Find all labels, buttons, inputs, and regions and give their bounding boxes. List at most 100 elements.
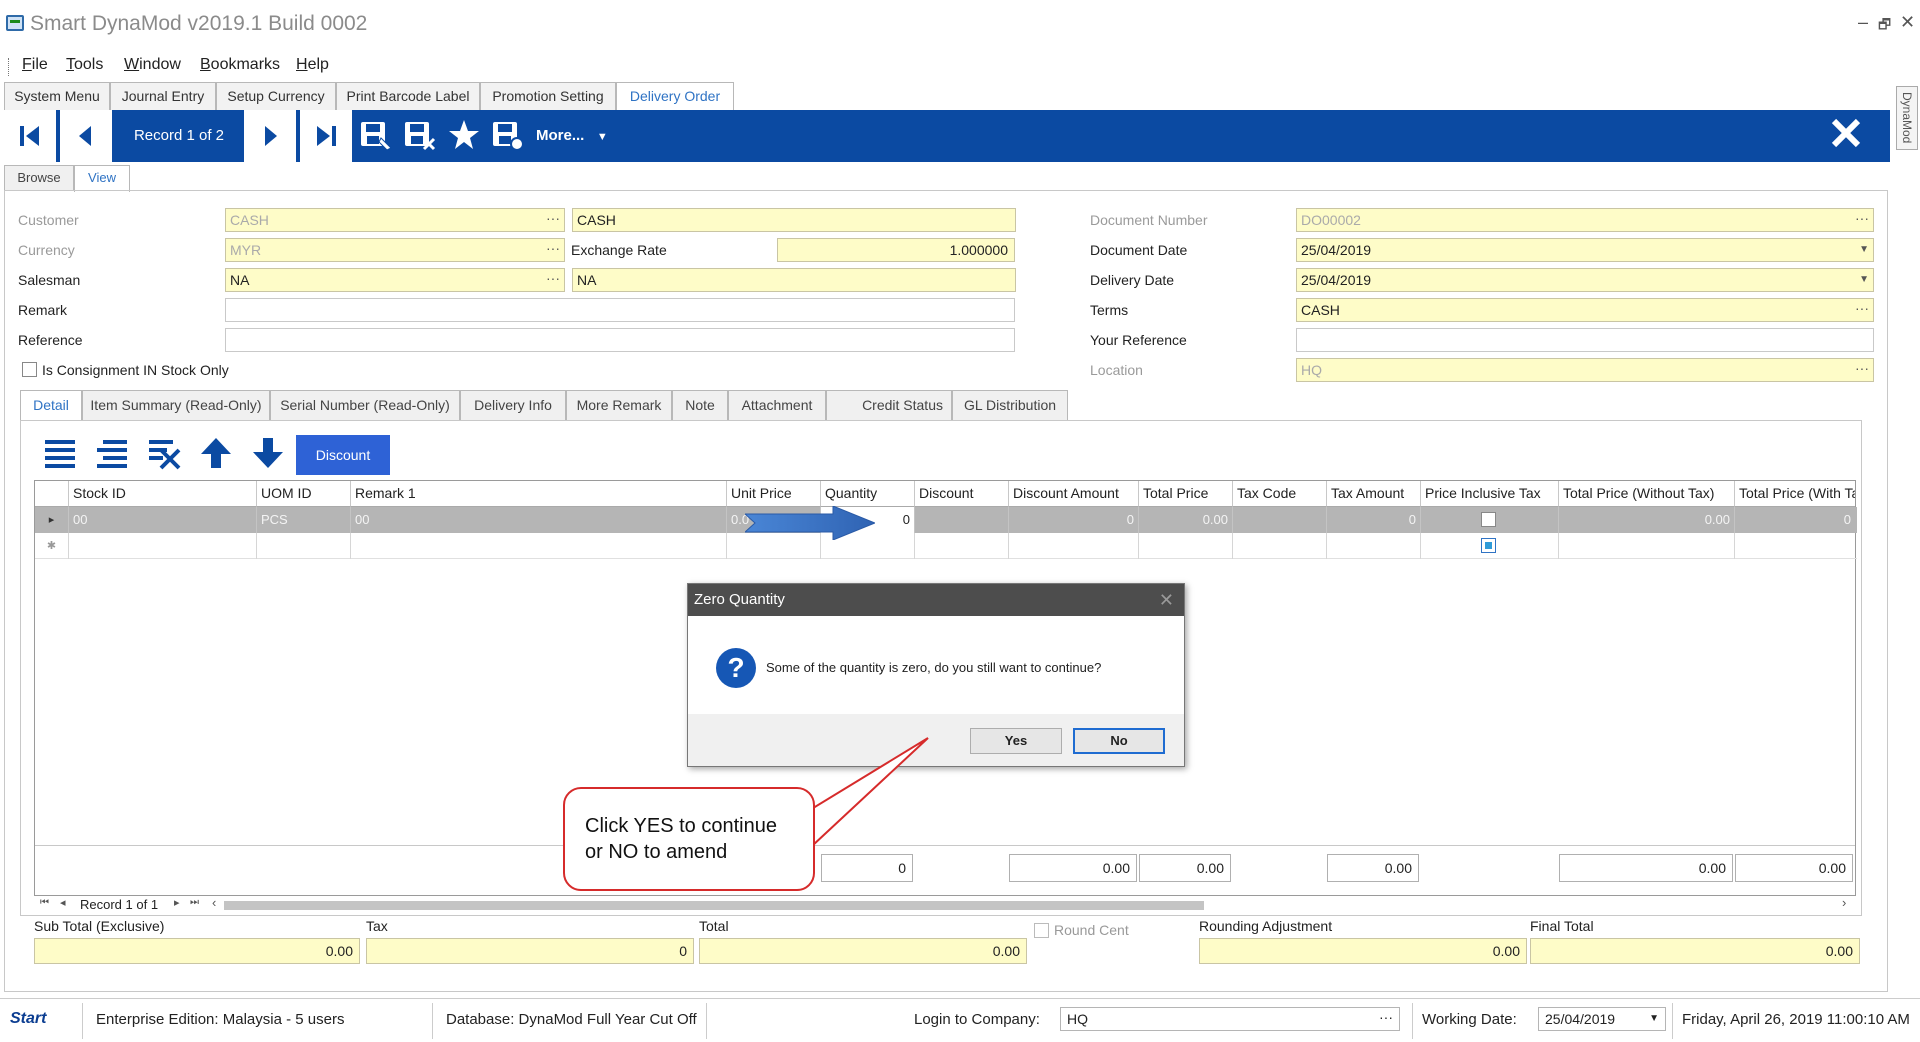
customer-name-field[interactable]: CASH	[572, 208, 1016, 232]
column-header-discount[interactable]: Discount	[915, 481, 1009, 507]
lookup-icon[interactable]: ···	[1379, 1006, 1393, 1028]
column-header-uom-id[interactable]: UOM ID	[257, 481, 351, 507]
cell-tax-code[interactable]	[1233, 533, 1327, 559]
table-row[interactable]: ▸ 00 PCS 00 0.0 0 0 0.00 0 0.00 0	[35, 507, 1857, 533]
column-header-price-inclusive-tax[interactable]: Price Inclusive Tax	[1421, 481, 1559, 507]
tab-credit-status[interactable]: Credit Status	[826, 390, 952, 420]
tab-delivery-info[interactable]: Delivery Info	[460, 390, 566, 420]
cell-total-price[interactable]: 0.00	[1139, 507, 1233, 533]
menu-bookmarks[interactable]: Bookmarks	[200, 56, 280, 74]
reference-field[interactable]	[225, 328, 1015, 352]
location-field[interactable]: HQ ···	[1296, 358, 1874, 382]
tab-item-summary[interactable]: Item Summary (Read-Only)	[82, 390, 270, 420]
dropdown-icon[interactable]: ▼	[1649, 1008, 1659, 1030]
terms-field[interactable]: CASH ···	[1296, 298, 1874, 322]
nav-last-icon[interactable]: ⏭	[190, 897, 199, 908]
dropdown-icon[interactable]: ▼	[1859, 269, 1869, 291]
insert-row-button[interactable]	[92, 436, 132, 476]
tab-delivery-order[interactable]: Delivery Order	[616, 82, 734, 111]
column-header-unit-price[interactable]: Unit Price	[727, 481, 821, 507]
lookup-icon[interactable]: ···	[1855, 299, 1869, 319]
lookup-icon[interactable]: ···	[546, 269, 560, 289]
restore-button[interactable]: 🗗	[1878, 14, 1891, 38]
remark-field[interactable]	[225, 298, 1015, 322]
salesman-name-field[interactable]: NA	[572, 268, 1016, 292]
consignment-checkbox[interactable]	[22, 362, 37, 377]
tab-system-menu[interactable]: System Menu	[4, 82, 110, 110]
tab-setup-currency[interactable]: Setup Currency	[216, 82, 336, 110]
column-header-tax-amount[interactable]: Tax Amount	[1327, 481, 1421, 507]
currency-field[interactable]: MYR ···	[225, 238, 565, 262]
cell-total-with-tax[interactable]: 0	[1735, 507, 1855, 533]
yes-button[interactable]: Yes	[970, 728, 1062, 754]
dialog-close-icon[interactable]: ✕	[1159, 584, 1174, 616]
round-cent-checkbox[interactable]	[1034, 923, 1049, 938]
delete-row-button[interactable]	[144, 436, 184, 476]
your-reference-field[interactable]	[1296, 328, 1874, 352]
save-settings-button[interactable]	[490, 118, 526, 154]
cell-remark-1[interactable]: 00	[351, 507, 727, 533]
price-inclusive-tax-checkbox[interactable]	[1481, 512, 1496, 527]
last-record-button[interactable]	[300, 110, 352, 162]
previous-record-button[interactable]	[60, 110, 112, 162]
cell-discount-amount[interactable]	[1009, 533, 1139, 559]
tab-promotion-setting[interactable]: Promotion Setting	[480, 82, 616, 110]
document-number-field[interactable]: DO00002 ···	[1296, 208, 1874, 232]
scroll-left-icon[interactable]: ‹	[212, 895, 216, 910]
close-form-button[interactable]	[1830, 114, 1862, 159]
column-header-tax-code[interactable]: Tax Code	[1233, 481, 1327, 507]
cell-discount[interactable]	[915, 507, 1009, 533]
menu-file[interactable]: File	[22, 56, 48, 74]
nav-next-icon[interactable]: ▸	[174, 896, 180, 909]
cell-stock-id[interactable]	[69, 533, 257, 559]
cell-total-without-tax[interactable]	[1559, 533, 1735, 559]
lookup-icon[interactable]: ···	[1855, 209, 1869, 229]
tab-view[interactable]: View	[74, 165, 130, 192]
no-button[interactable]: No	[1073, 728, 1165, 754]
cell-tax-code[interactable]	[1233, 507, 1327, 533]
tab-serial-number[interactable]: Serial Number (Read-Only)	[270, 390, 460, 420]
tab-print-barcode-label[interactable]: Print Barcode Label	[336, 82, 480, 110]
customer-code-field[interactable]: CASH ···	[225, 208, 565, 232]
exchange-rate-field[interactable]: 1.000000	[777, 238, 1015, 262]
menu-help[interactable]: Help	[296, 56, 329, 74]
column-header-discount-amount[interactable]: Discount Amount	[1009, 481, 1139, 507]
nav-first-icon[interactable]: ⏮	[40, 897, 49, 908]
tab-gl-distribution[interactable]: GL Distribution	[952, 390, 1068, 420]
discount-button[interactable]: Discount	[296, 435, 390, 475]
cell-total-price[interactable]	[1139, 533, 1233, 559]
minimize-button[interactable]: –	[1858, 12, 1868, 33]
cell-tax-amount[interactable]	[1327, 533, 1421, 559]
menu-tools[interactable]: Tools	[66, 56, 103, 74]
cell-stock-id[interactable]: 00	[69, 507, 257, 533]
cell-total-without-tax[interactable]: 0.00	[1559, 507, 1735, 533]
lookup-icon[interactable]: ···	[1855, 359, 1869, 379]
tab-browse[interactable]: Browse	[4, 165, 74, 191]
nav-prev-icon[interactable]: ◂	[60, 896, 66, 909]
scroll-right-icon[interactable]: ›	[1842, 895, 1846, 910]
cell-total-with-tax[interactable]	[1735, 533, 1855, 559]
cell-tax-amount[interactable]: 0	[1327, 507, 1421, 533]
horizontal-scrollbar[interactable]	[224, 901, 1204, 910]
column-header-total-with-tax[interactable]: Total Price (With Tax	[1735, 481, 1855, 507]
new-row[interactable]: ✱	[35, 533, 1857, 559]
move-down-button[interactable]	[248, 436, 288, 476]
cell-uom-id[interactable]	[257, 533, 351, 559]
price-inclusive-tax-checkbox[interactable]	[1481, 538, 1496, 553]
tab-more-remark[interactable]: More Remark	[566, 390, 672, 420]
lookup-icon[interactable]: ···	[546, 239, 560, 259]
cell-discount[interactable]	[915, 533, 1009, 559]
menu-window[interactable]: Window	[124, 56, 181, 74]
salesman-code-field[interactable]: NA ···	[225, 268, 565, 292]
lookup-icon[interactable]: ···	[546, 209, 560, 229]
add-row-button[interactable]	[40, 436, 80, 476]
column-header-quantity[interactable]: Quantity	[821, 481, 915, 507]
more-menu-button[interactable]: More... ▼	[536, 110, 608, 162]
dropdown-icon[interactable]: ▼	[1859, 239, 1869, 261]
column-header-total-without-tax[interactable]: Total Price (Without Tax)	[1559, 481, 1735, 507]
save-delete-button[interactable]	[402, 118, 438, 154]
cell-uom-id[interactable]: PCS	[257, 507, 351, 533]
close-window-button[interactable]: ✕	[1900, 12, 1915, 33]
tab-detail[interactable]: Detail	[20, 390, 82, 421]
tab-attachment[interactable]: Attachment	[728, 390, 826, 420]
